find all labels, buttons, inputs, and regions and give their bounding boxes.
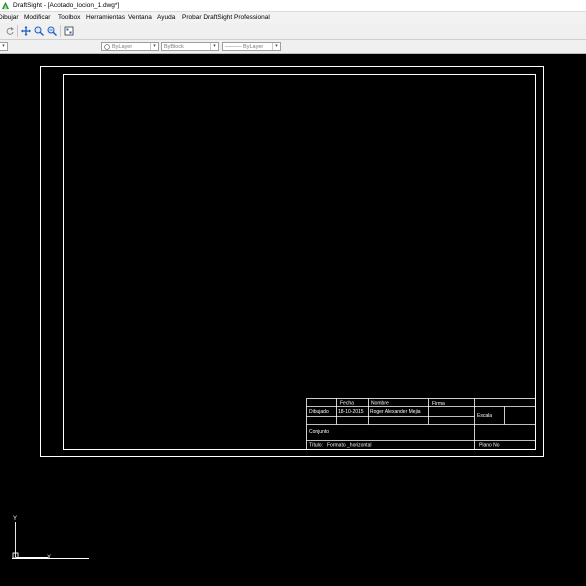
menu-toolbox[interactable]: Toolbox xyxy=(58,12,80,23)
draftsight-app-icon xyxy=(1,1,10,10)
drawing-frame xyxy=(63,74,536,450)
menu-dibujar[interactable]: Dibujar xyxy=(0,12,19,23)
pan-icon[interactable] xyxy=(21,26,31,36)
fecha-value: 18-10-2015 xyxy=(338,409,364,415)
layer-combo-edge[interactable]: ▾ xyxy=(0,42,8,51)
escala-label: Escala xyxy=(477,413,492,419)
standard-toolbar xyxy=(0,23,586,40)
ucs-y-label: Y xyxy=(13,516,17,522)
linestyle-combo[interactable]: ByBlock ▾ xyxy=(161,42,219,51)
menu-bar: Dibujar Modificar Toolbox Herramientas V… xyxy=(0,12,586,23)
properties-bar: ▾ ByLayer ▾ ByBlock ▾ ——— ByLayer ▾ xyxy=(0,40,586,54)
conjunto-label: Conjunto xyxy=(309,429,329,435)
redo-icon[interactable] xyxy=(5,26,15,36)
title-bar: DraftSight - [Acotado_locion_1.dwg*] xyxy=(0,0,586,12)
menu-modificar[interactable]: Modificar xyxy=(24,12,50,23)
nombre-value: Roger Alexander Mejia xyxy=(370,409,421,415)
color-combo[interactable]: ByLayer ▾ xyxy=(101,42,159,51)
menu-herramientas[interactable]: Herramientas xyxy=(86,12,125,23)
dibujado-label: Dibujado xyxy=(309,409,329,415)
menu-ayuda[interactable]: Ayuda xyxy=(157,12,175,23)
titulo-label: Título: xyxy=(309,443,323,449)
toolbar-separator xyxy=(60,25,61,37)
linestyle-value: ByBlock xyxy=(164,44,184,50)
lineweight-value: ——— ByLayer xyxy=(225,44,264,50)
plano-label: Plano No xyxy=(479,443,500,449)
chevron-down-icon: ▾ xyxy=(150,43,158,50)
menu-ventana[interactable]: Ventana xyxy=(128,12,152,23)
drawing-canvas[interactable]: Fecha Nombre Firma Dibujado 18-10-2015 R… xyxy=(0,54,586,586)
ucs-icon xyxy=(12,522,89,559)
drawing-svg: Fecha Nombre Firma Dibujado 18-10-2015 R… xyxy=(12,66,544,561)
chevron-down-icon: ▾ xyxy=(0,43,7,50)
color-swatch-icon xyxy=(104,44,110,50)
nombre-label: Nombre xyxy=(371,401,389,407)
chevron-down-icon: ▾ xyxy=(210,43,218,50)
firma-label: Firma xyxy=(432,401,445,407)
toolbar-separator xyxy=(17,25,18,37)
properties-icon[interactable] xyxy=(64,26,74,36)
color-value: ByLayer xyxy=(112,44,133,50)
sheet-border xyxy=(40,66,544,457)
lineweight-combo[interactable]: ——— ByLayer ▾ xyxy=(222,42,281,51)
menu-probar-professional[interactable]: Probar DraftSight Professional xyxy=(182,12,270,23)
window-title: DraftSight - [Acotado_locion_1.dwg*] xyxy=(13,2,120,9)
zoom-window-icon[interactable] xyxy=(34,26,44,36)
zoom-previous-icon[interactable] xyxy=(47,26,57,36)
titulo-value: Formato _horizontal xyxy=(327,443,371,449)
ucs-x-label: X xyxy=(47,555,51,561)
fecha-label: Fecha xyxy=(340,401,354,407)
chevron-down-icon: ▾ xyxy=(272,43,280,50)
